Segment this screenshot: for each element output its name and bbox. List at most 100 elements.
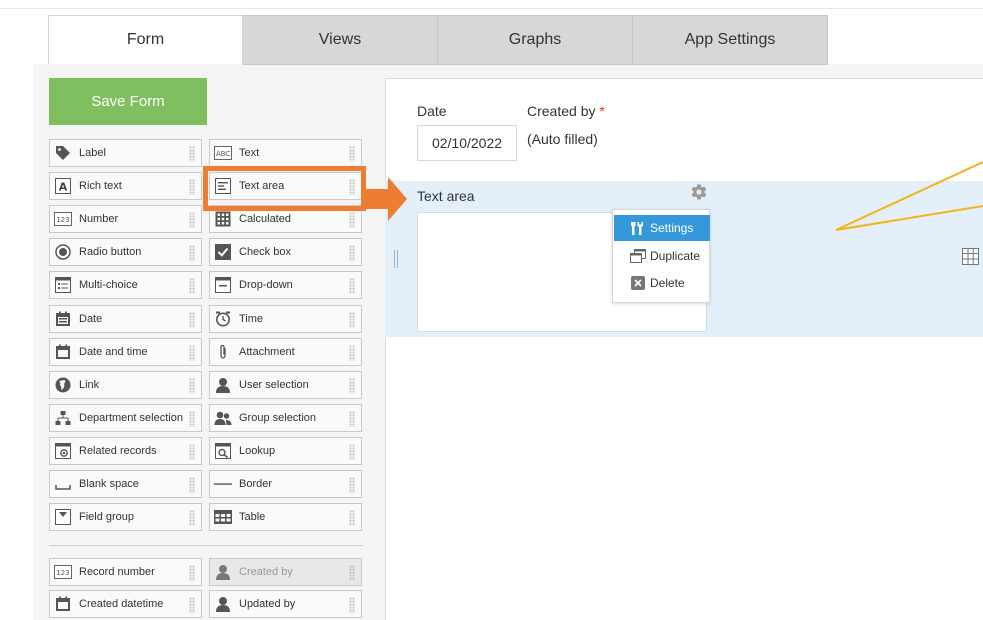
created-by-field-value: (Auto filled) [527,131,598,147]
palette-item-label: Lookup [239,445,276,457]
paperclip-icon [214,343,232,361]
dropdown-icon [214,276,232,294]
palette-item-label: Radio button [79,246,142,258]
required-mark: * [599,103,605,119]
drag-grip[interactable] [189,411,195,427]
tab-bar: Form Views Graphs App Settings [48,15,828,65]
department-icon [54,409,72,427]
palette-item-link[interactable]: Link [49,371,202,399]
drag-grip[interactable] [189,179,195,195]
palette-item-attachment[interactable]: Attachment [209,338,362,366]
palette-item-date[interactable]: Date [49,305,202,333]
palette-item-time[interactable]: Time [209,305,362,333]
calculator-icon [214,210,232,228]
drag-grip[interactable] [349,597,355,613]
drag-grip[interactable] [349,146,355,162]
palette-divider [49,545,363,546]
save-form-button[interactable]: Save Form [49,78,207,125]
gear-icon[interactable] [690,183,708,201]
drag-grip[interactable] [349,345,355,361]
palette-item-rich-text[interactable]: A Rich text [49,172,202,200]
drag-grip[interactable] [349,212,355,228]
drag-handle[interactable] [394,250,398,268]
palette-item-record-number[interactable]: 123 Record number [49,558,202,586]
drag-grip[interactable] [189,146,195,162]
palette-item-blank-space[interactable]: Blank space [49,470,202,498]
drag-grip[interactable] [349,278,355,294]
text-icon: ABC [214,144,232,162]
drag-grip[interactable] [189,212,195,228]
tab-form[interactable]: Form [48,15,243,65]
palette-item-drop-down[interactable]: Drop-down [209,271,362,299]
highlight-box [203,166,366,211]
palette-item-lookup[interactable]: Lookup [209,437,362,465]
palette-item-user-selection[interactable]: User selection [209,371,362,399]
drag-grip[interactable] [349,477,355,493]
user-icon [214,563,232,581]
svg-text:123: 123 [56,569,69,577]
palette-item-check-box[interactable]: Check box [209,238,362,266]
date-field-value[interactable]: 02/10/2022 [417,125,517,161]
user-icon [214,595,232,613]
palette-item-created-datetime[interactable]: Created datetime [49,590,202,618]
palette-item-label: Field group [79,511,135,523]
radio-icon [54,243,72,261]
tab-app-settings[interactable]: App Settings [633,15,828,65]
menu-item-delete[interactable]: Delete [614,270,710,296]
table-grid-icon [962,248,979,265]
drag-grip[interactable] [349,378,355,394]
drag-grip[interactable] [189,510,195,526]
top-divider [0,8,983,9]
related-records-icon [54,442,72,460]
drag-grip[interactable] [189,345,195,361]
palette-item-label: Related records [79,445,157,457]
drag-grip[interactable] [189,477,195,493]
menu-item-duplicate[interactable]: Duplicate [614,243,710,269]
svg-text:A: A [59,181,68,194]
palette-item-created-by[interactable]: Created by [209,558,362,586]
drag-grip[interactable] [189,245,195,261]
palette-item-label: Date and time [79,346,148,358]
svg-text:123: 123 [56,216,69,224]
user-icon [214,376,232,394]
palette-item-date-and-time[interactable]: Date and time [49,338,202,366]
datetime-icon [54,595,72,613]
palette-item-table[interactable]: Table [209,503,362,531]
drag-grip[interactable] [349,411,355,427]
palette-item-related-records[interactable]: Related records [49,437,202,465]
tab-views[interactable]: Views [243,15,438,65]
drag-grip[interactable] [189,565,195,581]
palette-item-label: Rich text [79,180,122,192]
menu-item-label: Settings [650,221,694,235]
drag-grip[interactable] [349,312,355,328]
drag-grip[interactable] [349,245,355,261]
number-icon: 123 [54,563,72,581]
palette-item-group-selection[interactable]: Group selection [209,404,362,432]
drag-grip[interactable] [349,510,355,526]
palette-item-multi-choice[interactable]: Multi-choice [49,271,202,299]
palette-item-field-group[interactable]: Field group [49,503,202,531]
drag-grip[interactable] [189,278,195,294]
palette-item-label: Link [79,379,100,391]
palette-item-department-selection[interactable]: Department selection [49,404,202,432]
group-icon [214,409,232,427]
drag-grip[interactable] [189,444,195,460]
palette-item-label[interactable]: Label [49,139,202,167]
palette-item-number[interactable]: 123 Number [49,205,202,233]
drag-grip[interactable] [189,597,195,613]
palette-item-label: Record number [79,566,155,578]
drag-grip[interactable] [349,565,355,581]
date-icon [54,310,72,328]
rich-text-icon: A [54,177,72,195]
palette-item-border[interactable]: Border [209,470,362,498]
menu-item-settings[interactable]: Settings [614,215,710,241]
drag-grip[interactable] [189,312,195,328]
palette-item-updated-by[interactable]: Updated by [209,590,362,618]
palette-item-radio-button[interactable]: Radio button [49,238,202,266]
palette-item-text[interactable]: ABC Text [209,139,362,167]
drag-grip[interactable] [349,444,355,460]
palette-item-label: Multi-choice [79,279,138,291]
tab-graphs[interactable]: Graphs [438,15,633,65]
palette-item-label: Border [239,478,273,490]
drag-grip[interactable] [189,378,195,394]
